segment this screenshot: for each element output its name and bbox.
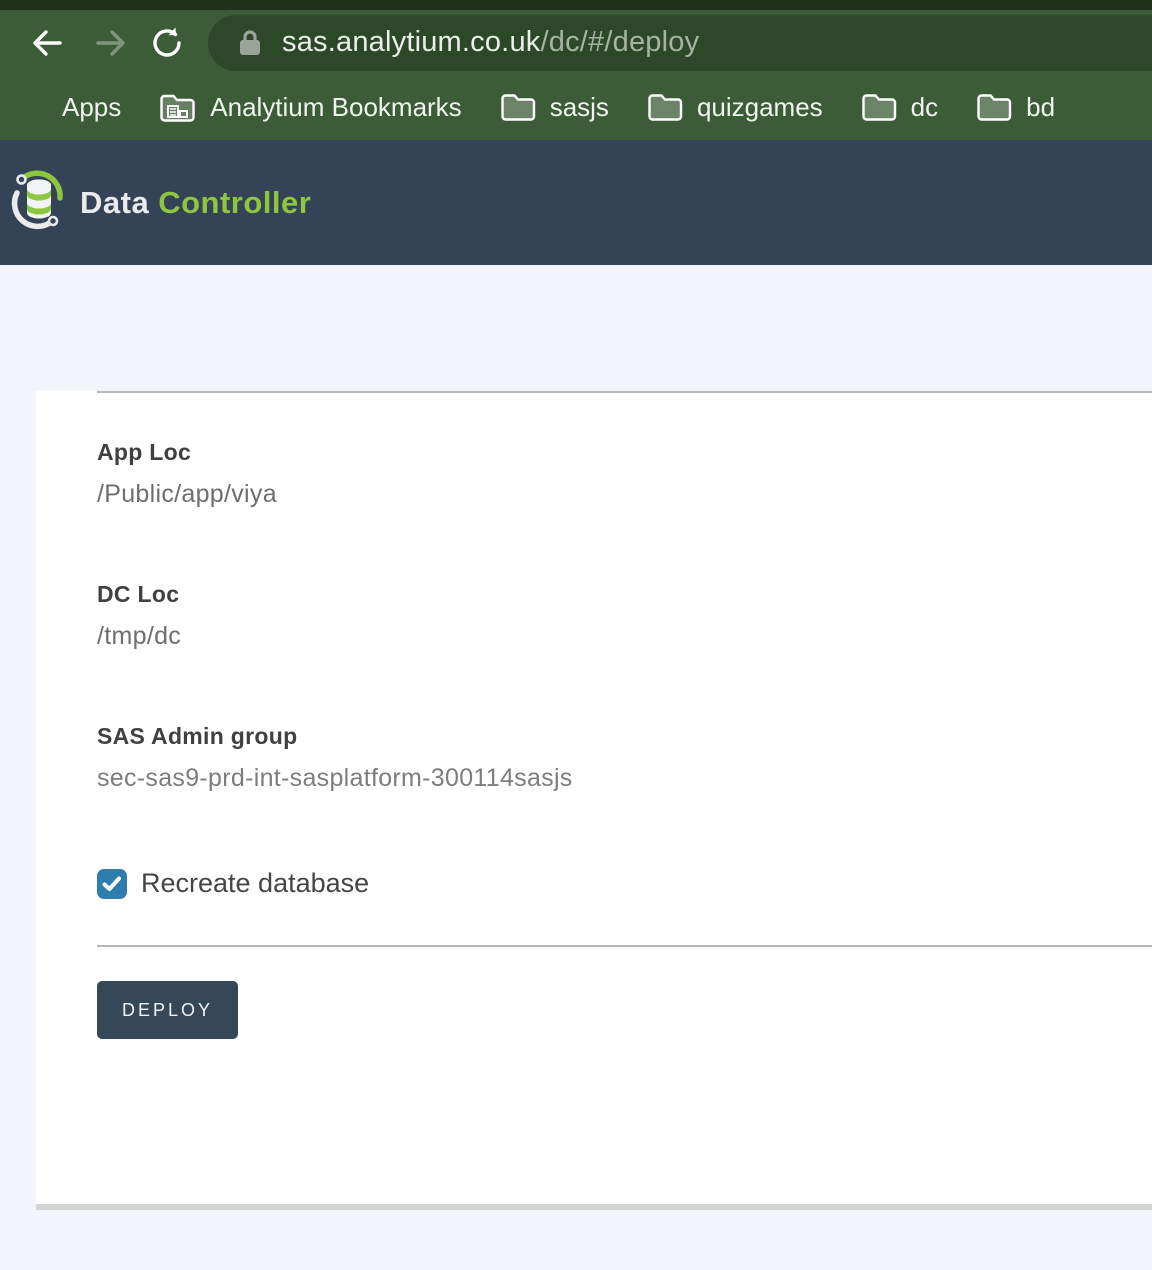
back-button[interactable] (28, 24, 66, 62)
data-controller-logo[interactable]: Data Controller (10, 165, 311, 240)
top-divider (97, 391, 1152, 393)
bookmark-folder-sasjs[interactable]: sasjs (500, 92, 609, 123)
deploy-card: App Loc /Public/app/viya DC Loc /tmp/dc … (36, 391, 1152, 1204)
browser-window-strip (0, 0, 1152, 10)
bookmark-label: bd (1026, 92, 1056, 122)
field-app-loc: App Loc /Public/app/viya (97, 439, 1152, 509)
url-host: sas.analytium.co.uk (282, 26, 541, 58)
managed-bookmarks-folder-icon (159, 93, 196, 123)
apps-label: Apps (62, 92, 122, 122)
browser-toolbar: sas.analytium.co.uk/dc/#/deploy (0, 10, 1152, 75)
lock-icon[interactable] (238, 29, 262, 57)
bottom-divider (97, 945, 1152, 947)
bookmark-label: sasjs (549, 92, 609, 122)
field-value: sec-sas9-prd-int-sasplatform-300114sasjs (97, 764, 573, 792)
field-sas-admin-group: SAS Admin group sec-sas9-prd-int-sasplat… (97, 723, 1152, 793)
forward-arrow-icon (96, 29, 125, 56)
field-label: DC Loc (97, 581, 180, 607)
forward-button[interactable] (92, 24, 130, 62)
apps-grid-icon (14, 91, 48, 125)
checkbox-label: Recreate database (141, 868, 370, 898)
field-label: App Loc (97, 439, 192, 465)
reload-button[interactable] (148, 24, 186, 62)
field-value: /Public/app/viya (97, 480, 277, 508)
deploy-button[interactable]: DEPLOY (97, 981, 238, 1039)
bookmark-folder-bd[interactable]: bd (976, 92, 1055, 123)
bookmark-folder-analytium[interactable]: Analytium Bookmarks (159, 92, 462, 123)
recreate-database-checkbox[interactable] (97, 868, 127, 899)
apps-shortcut[interactable]: Apps (14, 91, 121, 125)
folder-icon (647, 93, 683, 122)
field-dc-loc: DC Loc /tmp/dc (97, 581, 1152, 651)
recreate-database-option: Recreate database (97, 868, 1152, 899)
back-arrow-icon (33, 29, 62, 56)
bookmarks-bar: Apps Analytium Bookmarks sasjs quizgames (0, 75, 1152, 140)
brand-text-data: Data (80, 184, 150, 220)
address-bar[interactable]: sas.analytium.co.uk/dc/#/deploy (208, 14, 1152, 71)
folder-icon (500, 93, 536, 122)
url-path: /dc/#/deploy (540, 26, 700, 58)
app-header: Data Controller (0, 140, 1152, 265)
url-text: sas.analytium.co.uk/dc/#/deploy (282, 26, 699, 59)
bookmark-label: Analytium Bookmarks (210, 92, 462, 122)
bookmark-folder-quizgames[interactable]: quizgames (647, 92, 823, 123)
database-logo-icon (10, 165, 68, 240)
bookmark-label: dc (910, 92, 939, 122)
deploy-page: App Loc /Public/app/viya DC Loc /tmp/dc … (0, 391, 1152, 1270)
checkmark-icon (102, 876, 121, 891)
field-label: SAS Admin group (97, 723, 298, 749)
brand-text-controller: Controller (158, 184, 312, 220)
bookmark-label: quizgames (696, 92, 823, 122)
card-bottom-edge (36, 1204, 1152, 1210)
bookmark-folder-dc[interactable]: dc (861, 92, 938, 123)
field-value: /tmp/dc (97, 622, 182, 650)
folder-icon (861, 93, 897, 122)
reload-icon (153, 27, 181, 57)
folder-icon (976, 93, 1012, 122)
